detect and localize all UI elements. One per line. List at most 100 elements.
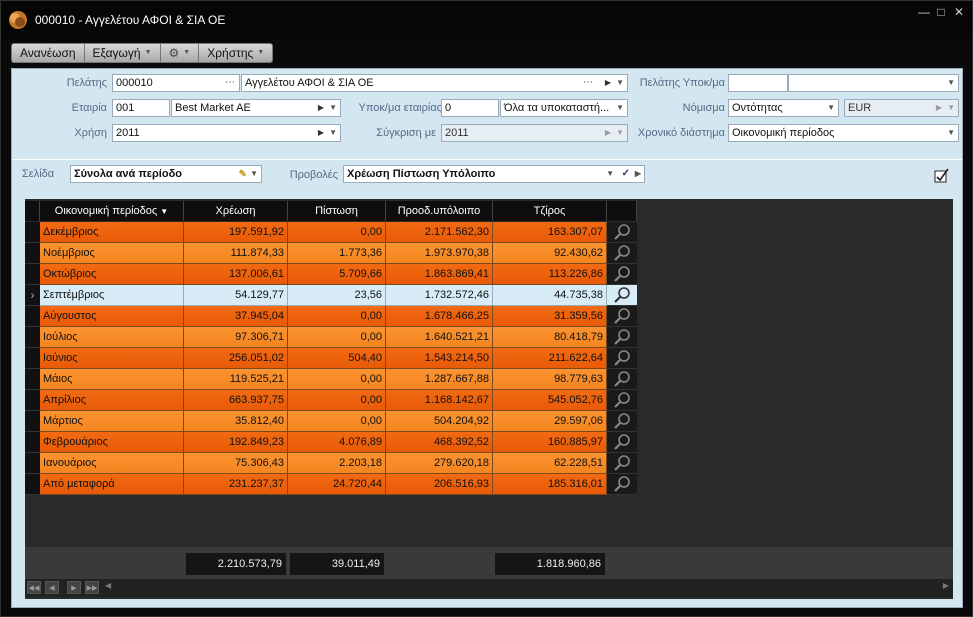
table-cell[interactable]: Οκτώβριος	[40, 264, 184, 285]
more-icon[interactable]: ⋯	[583, 75, 594, 91]
column-header-debit[interactable]: Χρέωση	[184, 201, 288, 221]
table-cell[interactable]: Ιούνιος	[40, 348, 184, 369]
table-cell[interactable]: 468.392,52	[386, 432, 493, 453]
magnifier-icon[interactable]	[607, 369, 637, 390]
table-cell[interactable]: 1.168.142,67	[386, 390, 493, 411]
customer-branch-name-field[interactable]: ▼	[788, 74, 959, 92]
currency-type-select[interactable]: Οντότητας ▼	[728, 99, 839, 117]
table-cell[interactable]: Σεπτέμβριος	[40, 285, 184, 306]
table-cell[interactable]: 1.973.970,38	[386, 243, 493, 264]
table-cell[interactable]: 35.812,40	[184, 411, 288, 432]
maximize-icon[interactable]: □	[934, 5, 948, 19]
table-cell[interactable]: 192.849,23	[184, 432, 288, 453]
magnifier-icon[interactable]	[607, 453, 637, 474]
magnifier-icon[interactable]	[607, 264, 637, 285]
row-selector[interactable]	[25, 243, 40, 264]
table-cell[interactable]: 197.591,92	[184, 222, 288, 243]
company-branch-name-field[interactable]: Όλα τα υποκαταστή... ▼	[500, 99, 628, 117]
page-select[interactable]: Σύνολα ανά περίοδο ✎ ▼	[70, 165, 262, 183]
table-cell[interactable]: 1.773,36	[288, 243, 386, 264]
table-cell[interactable]: 4.076,89	[288, 432, 386, 453]
table-cell[interactable]: 5.709,66	[288, 264, 386, 285]
table-cell[interactable]: 163.307,07	[493, 222, 607, 243]
table-row[interactable]: Μάρτιος 35.812,40 0,00 504.204,92 29.597,06	[25, 411, 637, 432]
table-cell[interactable]: 231.237,37	[184, 474, 288, 495]
table-cell[interactable]: 663.937,75	[184, 390, 288, 411]
table-row[interactable]: Οκτώβριος 137.006,61 5.709,66 1.863.869,41 1…	[25, 264, 637, 285]
table-row[interactable]: Ιούλιος 97.306,71 0,00 1.640.521,21 80.418,7…	[25, 327, 637, 348]
magnifier-icon[interactable]	[607, 243, 637, 264]
chevron-down-icon[interactable]: ▼	[616, 75, 624, 91]
magnifier-icon[interactable]	[607, 285, 637, 306]
first-page-icon[interactable]: ◀◀	[27, 581, 41, 594]
column-header-period[interactable]: Οικονομική περίοδος ▼	[40, 201, 184, 221]
users-button[interactable]: Χρήστης ▼	[198, 43, 274, 63]
magnifier-icon[interactable]	[607, 411, 637, 432]
magnifier-icon[interactable]	[607, 327, 637, 348]
company-code-field[interactable]: 001	[112, 99, 170, 117]
customer-branch-code-field[interactable]	[728, 74, 788, 92]
table-cell[interactable]: 0,00	[288, 369, 386, 390]
table-row[interactable]: Φεβρουάριος 192.849,23 4.076,89 468.392,52 1…	[25, 432, 637, 453]
company-branch-code-field[interactable]: 0	[441, 99, 499, 117]
table-cell[interactable]: 97.306,71	[184, 327, 288, 348]
table-cell[interactable]: 0,00	[288, 411, 386, 432]
fiscal-year-field[interactable]: 2011 ▶ ▼	[112, 124, 341, 142]
check-icon[interactable]: ✓	[622, 166, 630, 182]
checklist-icon[interactable]	[933, 167, 951, 185]
magnifier-icon[interactable]	[607, 390, 637, 411]
customer-name-field[interactable]: Αγγελέτου ΑΦΟΙ & ΣΙΑ ΟΕ ⋯ ▶ ▼	[241, 74, 628, 92]
table-cell[interactable]: 137.006,61	[184, 264, 288, 285]
scroll-left-icon[interactable]: ◀	[105, 581, 111, 590]
table-cell[interactable]: Αύγουστος	[40, 306, 184, 327]
table-cell[interactable]: 256.051,02	[184, 348, 288, 369]
table-cell[interactable]: 160.885,97	[493, 432, 607, 453]
chevron-down-icon[interactable]: ▼	[606, 166, 614, 182]
table-cell[interactable]: 75.306,43	[184, 453, 288, 474]
row-selector[interactable]	[25, 264, 40, 285]
customer-code-field[interactable]: 000010 ⋯	[112, 74, 240, 92]
table-cell[interactable]: 54.129,77	[184, 285, 288, 306]
table-cell[interactable]: 1.287.667,88	[386, 369, 493, 390]
chevron-down-icon[interactable]: ▼	[329, 125, 337, 141]
table-row[interactable]: Ιανουάριος 75.306,43 2.203,18 279.620,18 62.…	[25, 453, 637, 474]
arrow-right-icon[interactable]: ▶	[605, 75, 611, 91]
column-header-turnover[interactable]: Τζίρος	[493, 201, 607, 221]
row-selector[interactable]	[25, 327, 40, 348]
table-cell[interactable]: 211.622,64	[493, 348, 607, 369]
next-page-icon[interactable]: ▶	[67, 581, 81, 594]
table-cell[interactable]: Μάρτιος	[40, 411, 184, 432]
table-cell[interactable]: 31.359,56	[493, 306, 607, 327]
arrow-right-icon[interactable]: ▶	[936, 100, 942, 116]
chevron-down-icon[interactable]: ▼	[947, 100, 955, 116]
minimize-icon[interactable]: —	[917, 5, 931, 19]
table-cell[interactable]: 111.874,33	[184, 243, 288, 264]
table-cell[interactable]: 1.732.572,46	[386, 285, 493, 306]
magnifier-icon[interactable]	[607, 474, 637, 495]
table-cell[interactable]: 29.597,06	[493, 411, 607, 432]
table-cell[interactable]: 504,40	[288, 348, 386, 369]
table-cell[interactable]: 62.228,51	[493, 453, 607, 474]
chevron-down-icon[interactable]: ▼	[827, 100, 835, 116]
table-cell[interactable]: 206.516,93	[386, 474, 493, 495]
table-cell[interactable]: 113.226,86	[493, 264, 607, 285]
magnifier-icon[interactable]	[607, 432, 637, 453]
table-cell[interactable]: Από μεταφορά	[40, 474, 184, 495]
table-cell[interactable]: 279.620,18	[386, 453, 493, 474]
table-cell[interactable]: 1.640.521,21	[386, 327, 493, 348]
magnifier-icon[interactable]	[607, 222, 637, 243]
table-row[interactable]: Ιούνιος 256.051,02 504,40 1.543.214,50 211.6…	[25, 348, 637, 369]
row-selector[interactable]	[25, 390, 40, 411]
sort-down-icon[interactable]: ▼	[160, 207, 168, 216]
table-cell[interactable]: 1.543.214,50	[386, 348, 493, 369]
row-selector[interactable]	[25, 369, 40, 390]
row-selector[interactable]	[25, 222, 40, 243]
table-row[interactable]: Μάιος 119.525,21 0,00 1.287.667,88 98.779,63	[25, 369, 637, 390]
table-row[interactable]: › Σεπτέμβριος 54.129,77 23,56 1.732.572,46 44…	[25, 285, 637, 306]
table-cell[interactable]: 0,00	[288, 327, 386, 348]
chevron-down-icon[interactable]: ▼	[616, 100, 624, 116]
arrow-right-icon[interactable]: ▶	[318, 125, 324, 141]
row-selector[interactable]: ›	[25, 285, 40, 306]
column-header-balance[interactable]: Προοδ.υπόλοιπο	[386, 201, 493, 221]
chevron-down-icon[interactable]: ▼	[947, 75, 955, 91]
